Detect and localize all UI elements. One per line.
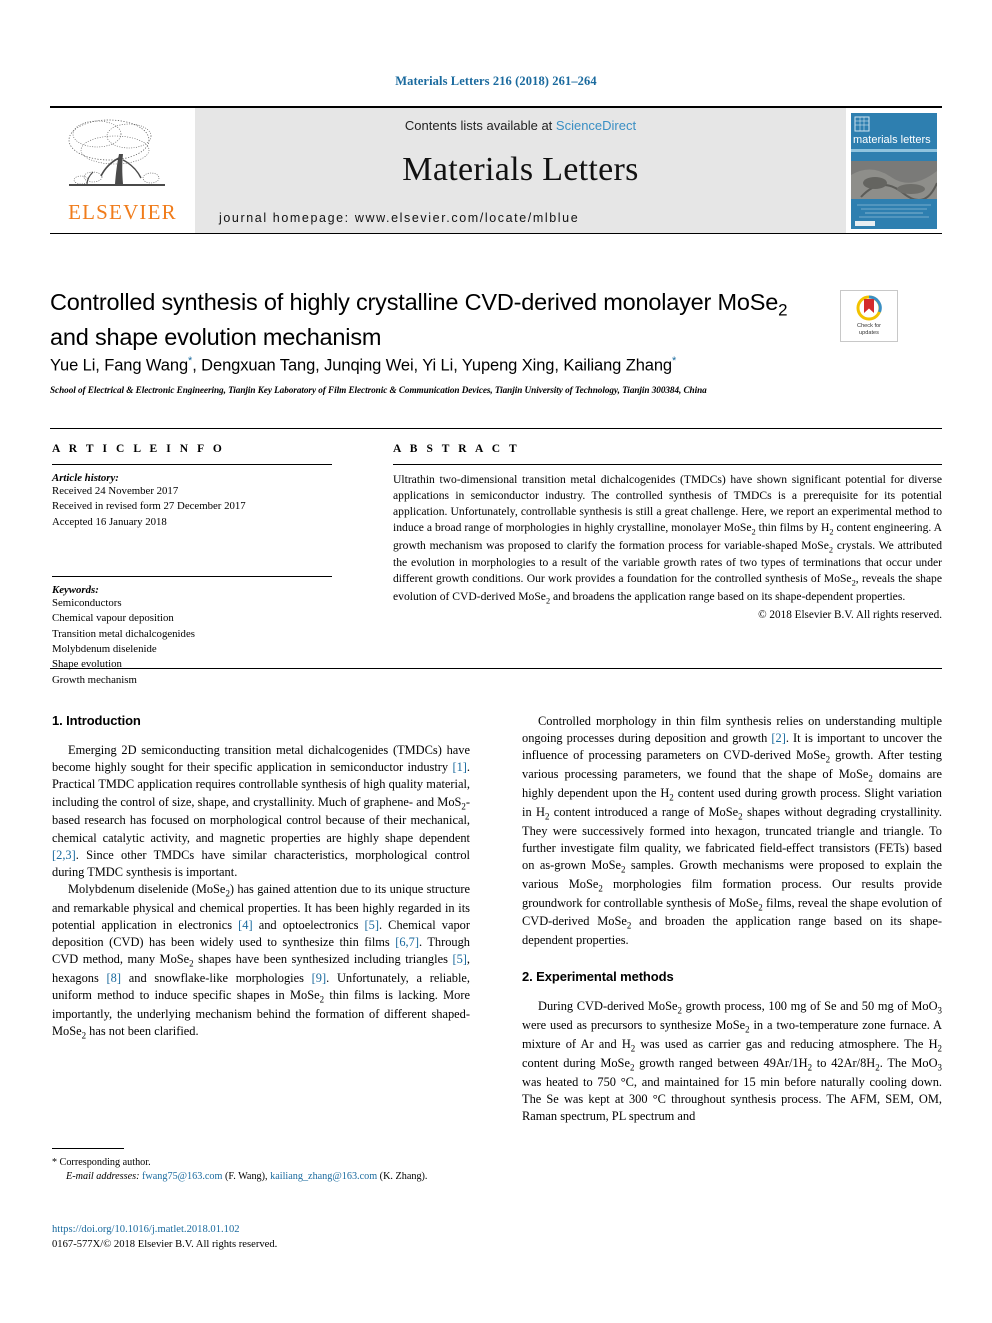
doi-link[interactable]: https://doi.org/10.1016/j.matlet.2018.01… [52, 1222, 482, 1237]
footnote-block: * Corresponding author. E-mail addresses… [52, 1156, 472, 1185]
keyword-item: Transition metal dichalcogenides [52, 627, 195, 640]
citation-link[interactable]: [5] [452, 952, 466, 966]
citation-link[interactable]: [4] [238, 918, 252, 932]
keywords-block: Keywords: Semiconductors Chemical vapour… [52, 575, 332, 688]
abstract-column: A B S T R A C T Ultrathin two-dimensiona… [393, 443, 942, 621]
info-rule-bottom [50, 668, 942, 669]
article-history-label: Article history: [52, 472, 119, 484]
title-line-1: Controlled synthesis of highly crystalli… [50, 289, 779, 315]
article-info-column: A R T I C L E I N F O Article history: R… [52, 443, 332, 688]
sciencedirect-link[interactable]: ScienceDirect [556, 118, 636, 133]
elsevier-tree-icon [68, 119, 165, 186]
title-subscript: 2 [778, 300, 788, 320]
citation-link[interactable]: [1] [452, 760, 466, 774]
journal-cover-thumbnail: materials letters [846, 108, 942, 233]
abstract-copyright: © 2018 Elsevier B.V. All rights reserved… [758, 608, 942, 621]
keywords-divider [52, 575, 332, 577]
title-line-2: and shape evolution mechanism [50, 323, 382, 350]
crossmark-label-line2: updates [859, 330, 879, 336]
email-owner-2: (K. Zhang). [379, 1171, 428, 1183]
footnote-emails: E-mail addresses: fwang75@163.com (F. Wa… [52, 1170, 472, 1184]
contents-available-line: Contents lists available at ScienceDirec… [405, 118, 636, 133]
abstract-divider [393, 464, 942, 465]
info-rule-top [50, 428, 942, 429]
keyword-item: Semiconductors [52, 596, 122, 609]
history-accepted: Accepted 16 January 2018 [52, 515, 167, 528]
asterisk-icon: * [52, 1157, 57, 1168]
section-heading-introduction: 1. Introduction [52, 713, 141, 728]
article-info-heading: A R T I C L E I N F O [52, 443, 225, 455]
elsevier-logo: ELSEVIER [50, 108, 195, 233]
journal-title: Materials Letters [402, 151, 639, 188]
crossmark-label: Check for updates [857, 323, 881, 337]
body-column-left: 1. Introduction Emerging 2D semiconducti… [52, 713, 470, 1042]
svg-text:materials letters: materials letters [853, 134, 931, 146]
citation-link[interactable]: [9] [312, 971, 326, 985]
paragraph-intro-1: Emerging 2D semiconducting transition me… [52, 743, 470, 879]
citation-link[interactable]: [6,7] [395, 935, 419, 949]
corresponding-marker: * [672, 355, 677, 367]
doi-block: https://doi.org/10.1016/j.matlet.2018.01… [52, 1222, 482, 1253]
abstract-heading: A B S T R A C T [393, 443, 520, 455]
history-received: Received 24 November 2017 [52, 485, 179, 497]
footnote-rule [52, 1148, 124, 1149]
crossmark-badge[interactable]: Check for updates [840, 290, 898, 342]
history-revised: Received in revised form 27 December 201… [52, 500, 246, 513]
keyword-item: Growth mechanism [52, 673, 137, 686]
keyword-item: Chemical vapour deposition [52, 612, 174, 625]
affiliation: School of Electrical & Electronic Engine… [50, 385, 707, 395]
issn-copyright-line: 0167-577X/© 2018 Elsevier B.V. All right… [52, 1239, 278, 1251]
page-title: Controlled synthesis of highly crystalli… [50, 287, 820, 352]
crossmark-icon [856, 295, 882, 321]
body-column-right: Controlled morphology in thin film synth… [522, 713, 942, 1125]
contents-prefix: Contents lists available at [404, 118, 556, 133]
citation-link[interactable]: [5] [365, 918, 379, 932]
paragraph-intro-3: Controlled morphology in thin film synth… [522, 714, 943, 948]
citation-link[interactable]: [2] [771, 731, 785, 745]
keywords-label: Keywords: [52, 583, 99, 596]
section-heading-experimental: 2. Experimental methods [522, 969, 674, 985]
journal-cover-image: materials letters [851, 112, 937, 229]
email-owner-1: (F. Wang), [224, 1171, 268, 1183]
paragraph-intro-2: Molybdenum diselenide (MoSe2) has gained… [52, 882, 470, 1041]
email-link-2[interactable]: kailiang_zhang@163.com [270, 1171, 377, 1182]
keyword-item: Molybdenum diselenide [52, 642, 157, 655]
corresponding-author-text: Corresponding author. [59, 1157, 151, 1168]
journal-masthead: ELSEVIER Contents lists available at Sci… [50, 106, 942, 234]
citation-link[interactable]: [2,3] [52, 848, 76, 862]
keyword-item: Shape evolution [52, 658, 122, 671]
journal-homepage-link[interactable]: journal homepage: www.elsevier.com/locat… [195, 211, 579, 225]
paper-page: Materials Letters 216 (2018) 261–264 ELS… [0, 0, 992, 1323]
corresponding-marker: * [188, 355, 193, 367]
author-list: Yue Li, Fang Wang*, Dengxuan Tang, Junqi… [50, 355, 677, 375]
elsevier-wordmark: ELSEVIER [68, 200, 177, 224]
journal-banner: Contents lists available at ScienceDirec… [195, 108, 846, 233]
footnote-corresponding: * Corresponding author. [52, 1156, 472, 1170]
running-head: Materials Letters 216 (2018) 261–264 [395, 74, 597, 88]
email-link-1[interactable]: fwang75@163.com [142, 1171, 222, 1182]
crossmark-label-line1: Check for [857, 323, 881, 330]
paragraph-experimental-1: During CVD-derived MoSe2 growth process,… [522, 999, 943, 1123]
abstract-text: Ultrathin two-dimensional transition met… [393, 473, 943, 606]
article-info-divider [52, 464, 332, 465]
email-addresses-label: E-mail addresses: [66, 1171, 140, 1183]
citation-link[interactable]: [8] [107, 971, 121, 985]
